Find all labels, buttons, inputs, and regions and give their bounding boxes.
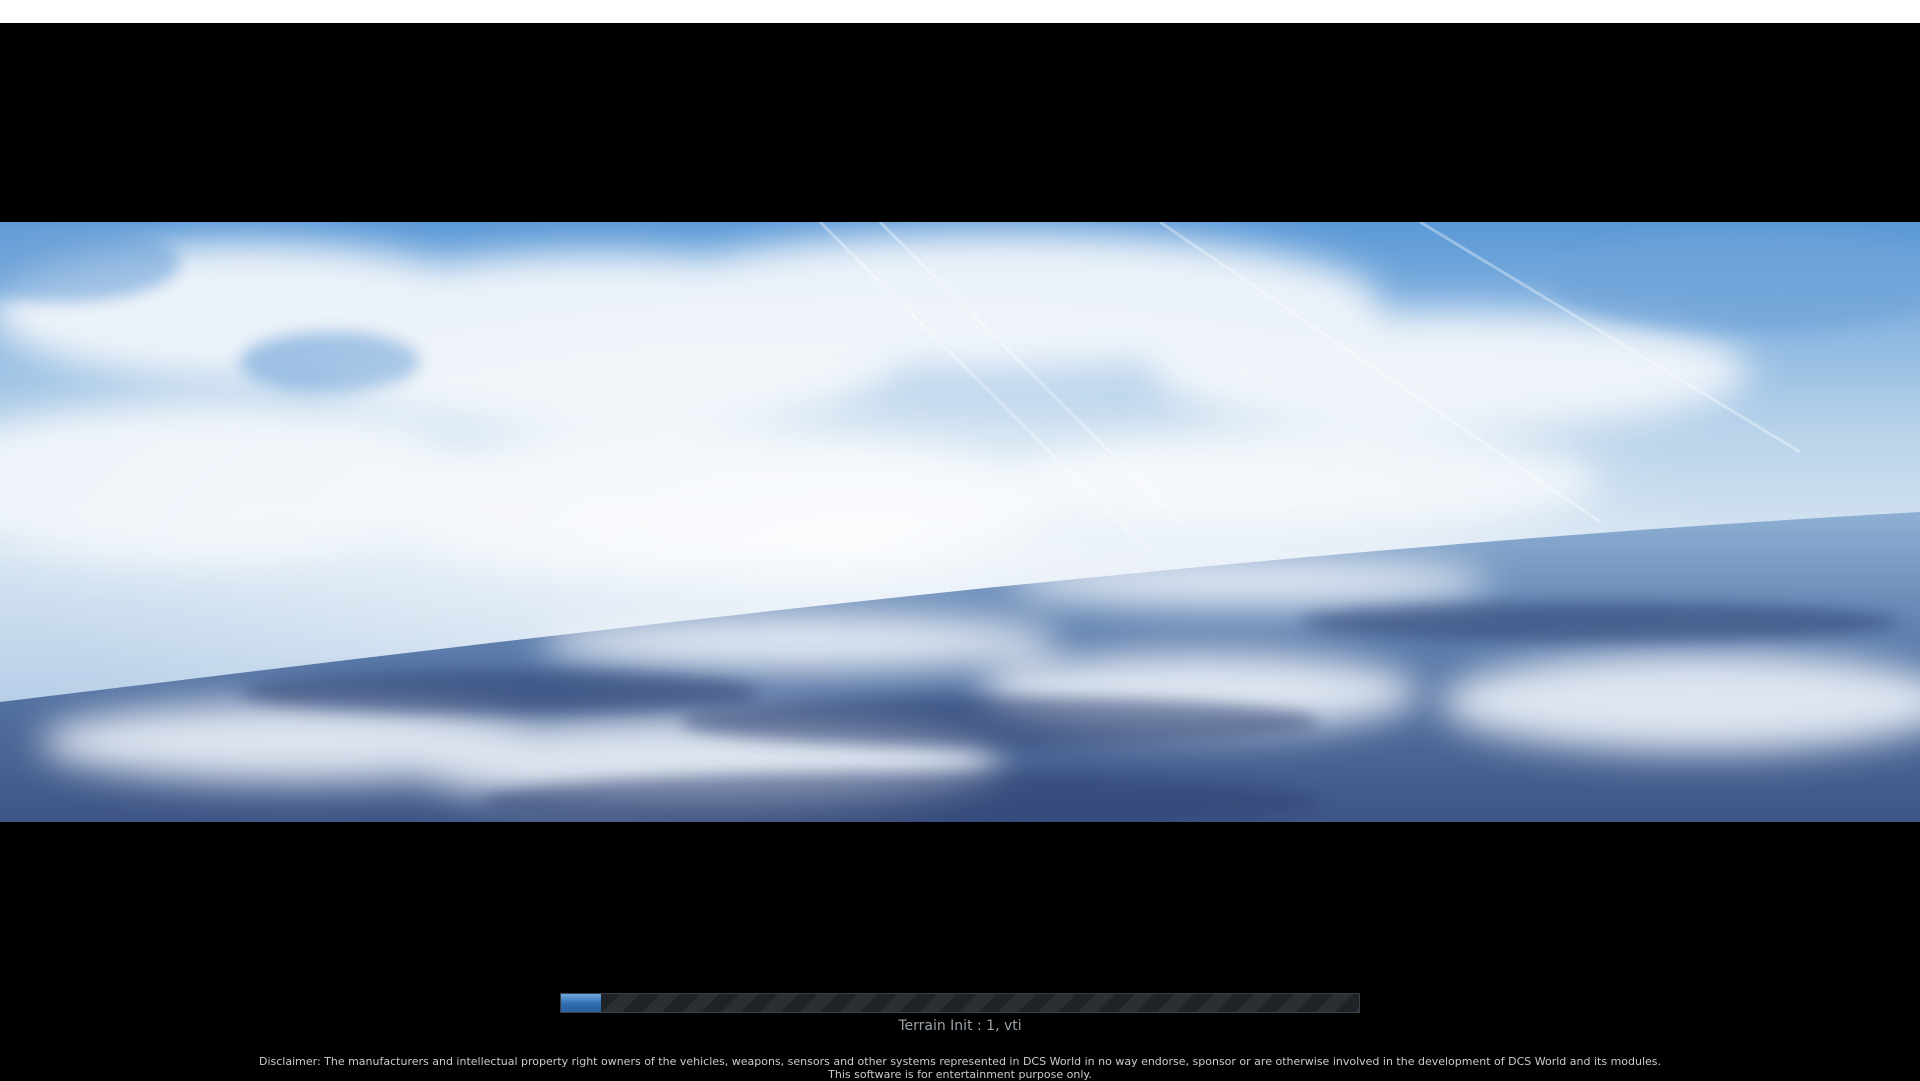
disclaimer-line-1: Disclaimer: The manufacturers and intell… [258,1055,1662,1068]
loading-background-image [0,222,1920,822]
disclaimer-line-2: This software is for entertainment purpo… [828,1068,1092,1081]
disclaimer: Disclaimer: The manufacturers and intell… [160,1055,1760,1081]
loading-progress-bar [560,993,1360,1013]
loading-status-text: Terrain Init : 1, vti [898,1018,1022,1034]
loading-progress-fill [561,994,601,1012]
top-white-strip [0,0,1920,23]
